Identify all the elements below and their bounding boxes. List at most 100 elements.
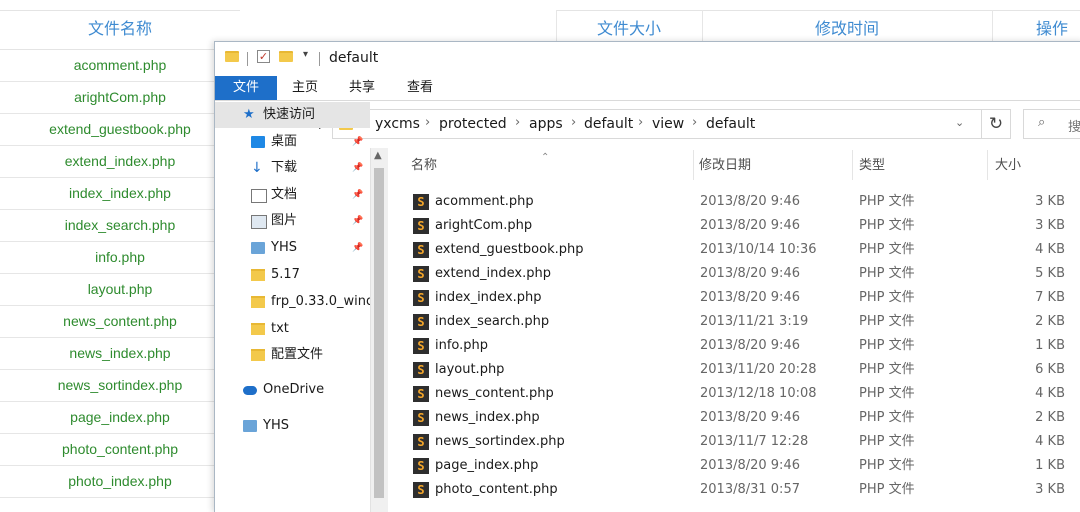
file-name: extend_guestbook.php [435,242,584,257]
file-type: PHP 文件 [859,434,915,449]
chevron-right-icon[interactable]: › [571,115,576,130]
web-file-link[interactable]: index_search.php [0,209,240,242]
column-date[interactable]: 修改日期 [691,154,849,178]
breadcrumb-default-current[interactable]: default [706,116,755,132]
chevron-down-icon[interactable]: ⌄ [955,116,964,129]
file-row[interactable]: Sindex_search.php 2013/11/21 3:19 PHP 文件 2 … [403,310,1080,334]
ribbon-tabs: 文件 主页 共享 查看 [215,76,1080,100]
file-type: PHP 文件 [859,194,915,209]
breadcrumb-yxcms[interactable]: yxcms [375,116,420,132]
folder-icon [251,269,265,281]
file-row[interactable]: Sindex_index.php 2013/8/20 9:46 PHP 文件 7 KB [403,286,1080,310]
nav-scrollbar[interactable]: ▲ [370,148,388,512]
web-file-link[interactable]: news_index.php [0,337,240,370]
nav-item[interactable]: 图片 📌 [215,208,370,234]
file-date: 2013/11/7 12:28 [700,434,809,449]
nav-item[interactable]: 桌面 📌 [215,129,370,155]
folder-icon [251,349,265,361]
breadcrumb-default[interactable]: default [584,116,633,132]
download-icon: ↓ [251,160,263,176]
scroll-up-icon[interactable]: ▲ [374,150,382,161]
nav-item[interactable]: OneDrive [215,377,370,403]
web-file-link[interactable]: photo_content.php [0,433,240,466]
file-row[interactable]: Snews_sortindex.php 2013/11/7 12:28 PHP 文件… [403,430,1080,454]
search-placeholder: 搜 [1068,120,1080,135]
web-file-link[interactable]: index_index.php [0,177,240,210]
nav-item[interactable]: frp_0.33.0_wind [215,289,370,315]
web-file-link[interactable]: acomment.php [0,49,240,82]
file-row[interactable]: Sextend_index.php 2013/8/20 9:46 PHP 文件 5 K… [403,262,1080,286]
web-file-link[interactable]: extend_guestbook.php [0,113,240,146]
file-type: PHP 文件 [859,314,915,329]
tab-file[interactable]: 文件 [215,76,277,100]
nav-item-label: 配置文件 [271,347,324,362]
file-date: 2013/8/31 0:57 [700,482,800,497]
file-row[interactable]: Snews_index.php 2013/8/20 9:46 PHP 文件 2 KB [403,406,1080,430]
file-row[interactable]: Sphoto_content.php 2013/8/31 0:57 PHP 文件 3 … [403,478,1080,502]
refresh-button[interactable]: ↻ [981,109,1011,139]
properties-icon[interactable]: ✓ [257,50,270,63]
pin-icon: 📌 [352,216,364,226]
search-input[interactable]: ⌕ 搜 [1023,109,1080,139]
nav-item[interactable]: 5.17 [215,262,370,288]
header-filename[interactable]: 文件名称 [0,10,240,50]
web-file-link[interactable]: page_index.php [0,401,240,434]
web-file-link[interactable]: photo_index.php [0,465,240,498]
file-row[interactable]: Spage_index.php 2013/8/20 9:46 PHP 文件 1 KB [403,454,1080,478]
chevron-right-icon[interactable]: › [692,115,697,130]
tab-view[interactable]: 查看 [391,76,449,100]
ribbon-divider [215,100,1080,101]
sort-ascending-icon: ⌃ [541,152,550,163]
php-file-icon: S [413,314,429,330]
chevron-right-icon[interactable]: › [425,115,430,130]
file-date: 2013/12/18 10:08 [700,386,817,401]
nav-item-label: 图片 [271,213,298,228]
chevron-right-icon[interactable]: › [515,115,520,130]
file-row[interactable]: Snews_content.php 2013/12/18 10:08 PHP 文件 4… [403,382,1080,406]
web-file-link[interactable]: info.php [0,241,240,274]
web-file-link[interactable]: news_sortindex.php [0,369,240,402]
breadcrumb-protected[interactable]: protected [439,116,507,132]
file-type: PHP 文件 [859,218,915,233]
file-row[interactable]: SarightCom.php 2013/8/20 9:46 PHP 文件 3 KB [403,214,1080,238]
column-type[interactable]: 类型 [851,154,979,178]
scroll-thumb[interactable] [374,168,384,498]
address-box[interactable]: › yxcms › protected › apps › default › v… [332,109,982,139]
nav-item[interactable]: ★ 快速访问 [215,102,370,128]
file-row[interactable]: Slayout.php 2013/11/20 20:28 PHP 文件 6 KB [403,358,1080,382]
column-size[interactable]: 大小 [987,154,1075,178]
nav-item[interactable]: 文档 📌 [215,182,370,208]
file-row[interactable]: Sinfo.php 2013/8/20 9:46 PHP 文件 1 KB [403,334,1080,358]
nav-item[interactable]: ↓ 下载 📌 [215,155,370,181]
new-folder-icon[interactable] [279,51,293,62]
web-file-link[interactable]: layout.php [0,273,240,306]
file-explorer-window: ✓ ▾ default 文件 主页 共享 查看 ← → ▾ ↑ › yxcms … [214,41,1080,512]
nav-item[interactable]: YHS [215,413,370,439]
tab-home[interactable]: 主页 [277,76,333,100]
chevron-right-icon[interactable]: › [638,115,643,130]
nav-item[interactable]: txt [215,316,370,342]
nav-item[interactable]: YHS 📌 [215,235,370,261]
divider [319,52,320,66]
php-file-icon: S [413,218,429,234]
pin-icon: 📌 [352,137,364,147]
file-type: PHP 文件 [859,338,915,353]
nav-item[interactable]: 配置文件 [215,342,370,368]
desktop-icon [251,136,265,148]
tab-share[interactable]: 共享 [333,76,391,100]
php-file-icon: S [413,434,429,450]
column-name[interactable]: 名称 ⌃ [403,152,687,178]
breadcrumb-view[interactable]: view [652,116,684,132]
web-file-link[interactable]: news_content.php [0,305,240,338]
file-row[interactable]: Sextend_guestbook.php 2013/10/14 10:36 PHP… [403,238,1080,262]
web-file-link[interactable]: arightCom.php [0,81,240,114]
file-type: PHP 文件 [859,266,915,281]
file-size: 3 KB [1035,218,1065,233]
breadcrumb-apps[interactable]: apps [529,116,563,132]
web-file-link[interactable]: extend_index.php [0,145,240,178]
file-row[interactable]: Sacomment.php 2013/8/20 9:46 PHP 文件 3 KB [403,190,1080,214]
folder-icon [225,51,239,62]
file-size: 3 KB [1035,482,1065,497]
customize-toolbar-icon[interactable]: ▾ [303,49,308,60]
file-date: 2013/11/20 20:28 [700,362,817,377]
